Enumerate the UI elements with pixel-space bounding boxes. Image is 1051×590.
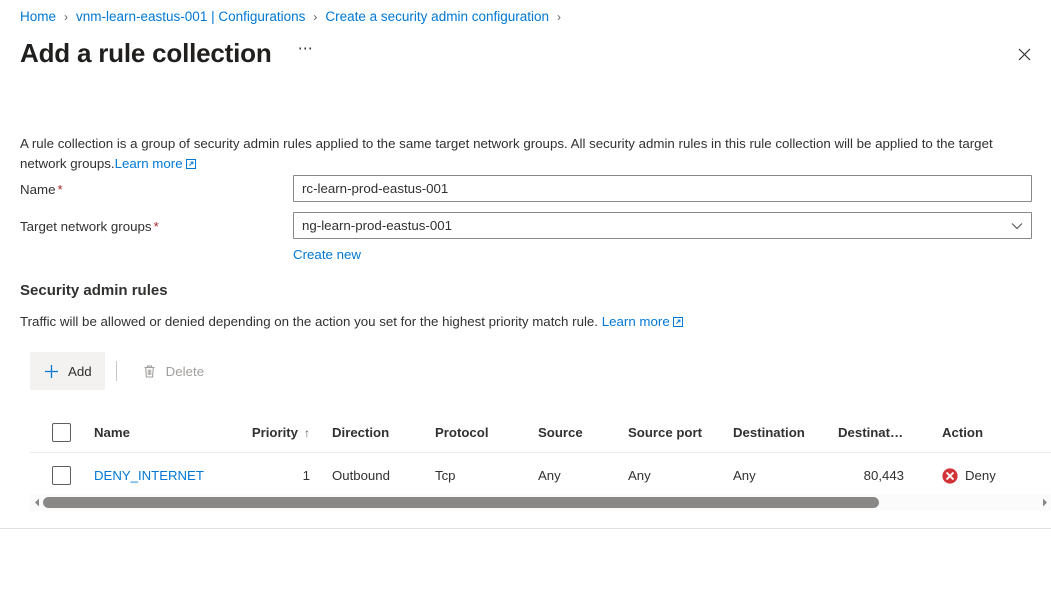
name-label-text: Name [20,182,56,197]
rule-name-link[interactable]: DENY_INTERNET [94,468,204,483]
security-admin-rules-subtext-text: Traffic will be allowed or denied depend… [20,314,599,329]
learn-more-link-description[interactable]: Learn more [115,156,196,171]
table-header-row: Name Priority ↑ Direction Protocol Source… [30,413,1051,453]
rules-table-header: Name Priority ↑ Direction Protocol Source… [30,413,1051,453]
scrollbar-thumb[interactable] [43,497,879,508]
column-header-action[interactable]: Action [942,413,1051,453]
security-admin-rules-subtext: Traffic will be allowed or denied depend… [20,313,683,332]
breadcrumb-separator-icon: › [557,10,562,24]
cell-destination-port: 80,443 [838,452,942,499]
field-row-target-network-groups: Target network groups* Create new [20,212,1032,264]
table-horizontal-scrollbar[interactable] [30,494,1051,511]
target-network-groups-control: Create new [293,212,1032,264]
table-row[interactable]: DENY_INTERNET 1 Outbound Tcp Any Any Any… [30,452,1051,499]
command-bar-divider [115,361,117,381]
breadcrumb-item-home[interactable]: Home [20,8,56,26]
breadcrumb-item-create-security-admin-configuration[interactable]: Create a security admin configuration [325,8,549,26]
scrollbar-track[interactable] [43,494,1038,511]
target-network-groups-select-wrapper[interactable] [293,212,1032,239]
target-network-groups-label: Target network groups * [20,212,293,241]
column-header-protocol[interactable]: Protocol [435,413,538,453]
blade-description: A rule collection is a group of security… [20,134,1032,175]
close-icon[interactable] [1009,39,1039,69]
action-label: Deny [965,468,996,483]
target-network-groups-label-text: Target network groups [20,219,152,234]
deny-circle-x-icon [942,467,958,484]
row-select-cell [30,452,94,499]
breadcrumb: Home › vnm-learn-eastus-001 | Configurat… [20,8,569,26]
rules-table-body: DENY_INTERNET 1 Outbound Tcp Any Any Any… [30,452,1051,499]
breadcrumb-item-configurations[interactable]: vnm-learn-eastus-001 | Configurations [76,8,305,26]
select-all-checkbox[interactable] [52,423,71,442]
name-required-marker: * [57,182,63,197]
field-row-name: Name * [20,175,1032,204]
column-header-priority-label: Priority [251,425,298,440]
column-header-source-port[interactable]: Source port [628,413,733,453]
scroll-left-icon[interactable] [30,494,43,511]
name-label: Name * [20,175,293,204]
column-header-source[interactable]: Source [538,413,628,453]
learn-more-label: Learn more [114,156,183,172]
rules-table: Name Priority ↑ Direction Protocol Source… [30,413,1051,499]
cell-priority: 1 [229,452,332,499]
add-rule-button[interactable]: Add [30,352,105,390]
external-link-icon [185,155,196,175]
page-title: Add a rule collection [20,38,272,68]
plus-icon [43,363,60,380]
column-header-priority[interactable]: Priority ↑ [229,413,332,453]
sort-ascending-icon: ↑ [304,426,310,440]
select-all-header [30,413,94,453]
name-control [293,175,1032,202]
cell-source-port: Any [628,452,733,499]
breadcrumb-separator-icon: › [313,10,318,24]
row-checkbox[interactable] [52,466,71,485]
delete-rule-button-label: Delete [165,363,205,379]
target-network-groups-required-marker: * [153,219,159,234]
cell-destination: Any [733,452,838,499]
target-network-groups-select[interactable] [293,212,1032,239]
cell-name: DENY_INTERNET [94,452,229,499]
cell-protocol: Tcp [435,452,538,499]
learn-more-label: Learn more [601,314,670,329]
more-options-icon[interactable]: ⋯ [294,40,320,66]
cell-action: Deny [942,452,1051,499]
delete-rule-button[interactable]: Delete [128,352,217,390]
create-new-network-group-link[interactable]: Create new [293,246,361,263]
action-cell-content: Deny [942,467,1045,484]
learn-more-link-rules[interactable]: Learn more [602,314,683,329]
title-row: Add a rule collection ⋯ [20,36,320,70]
cell-direction: Outbound [332,452,435,499]
column-header-destination-port[interactable]: Destinatio... [838,413,942,453]
column-header-direction[interactable]: Direction [332,413,435,453]
name-input[interactable] [293,175,1032,202]
add-rule-button-label: Add [68,363,92,379]
scroll-right-icon[interactable] [1038,494,1051,511]
trash-icon [141,363,158,380]
external-link-icon [672,314,683,332]
security-admin-rules-heading: Security admin rules [20,282,168,299]
rules-command-bar: Add Delete [30,352,217,390]
cell-source: Any [538,452,628,499]
column-header-destination[interactable]: Destination [733,413,838,453]
rules-table-wrapper: Name Priority ↑ Direction Protocol Source… [30,413,1051,499]
footer-action-bar: Add Cancel [0,529,1051,590]
add-rule-collection-blade: Home › vnm-learn-eastus-001 | Configurat… [0,0,1051,590]
column-header-name[interactable]: Name [94,413,229,453]
breadcrumb-separator-icon: › [64,10,69,24]
